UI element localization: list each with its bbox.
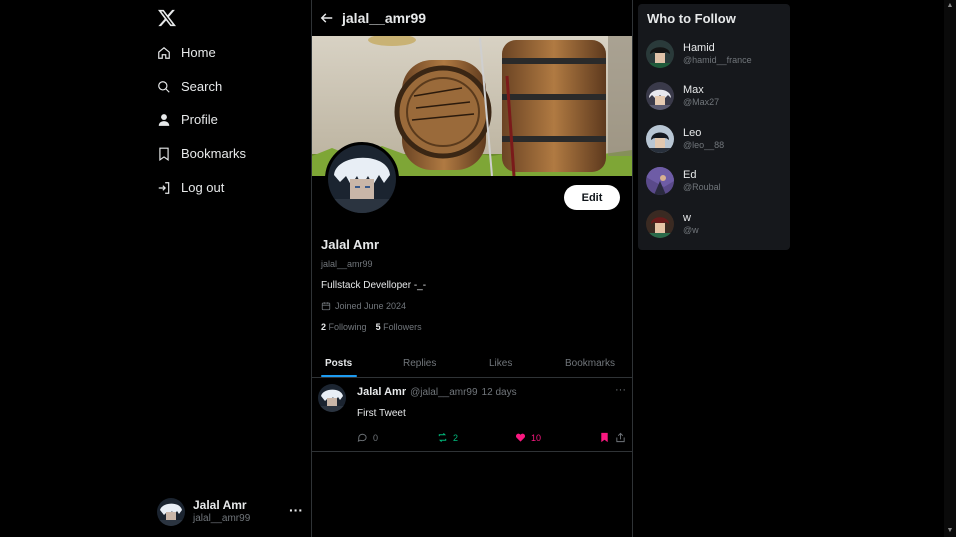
avatar bbox=[646, 167, 674, 195]
nav-logout-label: Log out bbox=[181, 180, 225, 195]
bookmark-icon bbox=[159, 147, 169, 161]
tweet-text: First Tweet bbox=[357, 408, 406, 419]
suggested-user-name: Hamid bbox=[683, 42, 715, 54]
profile-handle: jalal__amr99 bbox=[321, 259, 373, 269]
search-icon bbox=[158, 80, 170, 93]
tweet-header: Jalal Amr @jalal__amr99 12 days bbox=[357, 386, 517, 398]
nav-profile-label: Profile bbox=[181, 112, 218, 127]
nav-search[interactable]: Search bbox=[157, 79, 222, 94]
followers-link[interactable]: 5 Followers bbox=[376, 322, 422, 332]
tab-bookmarks[interactable]: Bookmarks bbox=[565, 358, 615, 369]
like-count: 10 bbox=[531, 432, 542, 443]
account-switcher[interactable]: Jalal Amr jalal__amr99 ··· bbox=[157, 496, 307, 528]
avatar[interactable] bbox=[318, 384, 346, 412]
nav-home[interactable]: Home bbox=[157, 45, 216, 60]
suggested-user-handle: @hamid__france bbox=[683, 55, 752, 66]
profile-avatar[interactable] bbox=[325, 142, 399, 216]
tweet-card[interactable]: Jalal Amr @jalal__amr99 12 days ··· Firs… bbox=[312, 378, 632, 452]
followers-count: 5 bbox=[375, 322, 381, 332]
who-to-follow-title: Who to Follow bbox=[647, 11, 736, 26]
x-logo-icon[interactable] bbox=[157, 8, 177, 28]
suggested-user-handle: @w bbox=[683, 225, 699, 236]
share-icon bbox=[616, 432, 625, 443]
bookmark-icon bbox=[601, 432, 608, 443]
edit-profile-button[interactable]: Edit bbox=[564, 185, 620, 210]
nav-profile[interactable]: Profile bbox=[157, 112, 218, 127]
suggested-user[interactable]: Max @Max27 bbox=[646, 80, 786, 112]
suggested-user[interactable]: Leo @leo__88 bbox=[646, 123, 786, 155]
suggested-user-name: w bbox=[683, 212, 691, 224]
avatar bbox=[646, 82, 674, 110]
avatar bbox=[646, 125, 674, 153]
home-icon bbox=[158, 46, 170, 59]
following-label: Following bbox=[328, 322, 367, 332]
nav-search-label: Search bbox=[181, 79, 223, 94]
suggested-user-name: Leo bbox=[683, 127, 702, 139]
tab-posts[interactable]: Posts bbox=[325, 358, 352, 369]
retweet-icon bbox=[438, 433, 447, 442]
account-name: Jalal Amr bbox=[193, 498, 247, 513]
heart-icon bbox=[515, 433, 526, 442]
like-button[interactable]: 10 bbox=[515, 432, 541, 443]
nav-bookmarks[interactable]: Bookmarks bbox=[157, 146, 246, 161]
profile-header: jalal__amr99 bbox=[312, 0, 632, 36]
avatar bbox=[646, 40, 674, 68]
retweet-button[interactable]: 2 bbox=[437, 432, 458, 443]
nav-home-label: Home bbox=[181, 45, 216, 60]
active-tab-indicator bbox=[321, 375, 357, 377]
reply-count: 0 bbox=[373, 432, 379, 443]
tweet-actions: 0 2 10 bbox=[357, 432, 627, 446]
tab-replies[interactable]: Replies bbox=[403, 358, 436, 369]
share-button[interactable] bbox=[615, 432, 626, 443]
suggested-user-name: Max bbox=[683, 84, 704, 96]
calendar-icon bbox=[321, 302, 331, 311]
suggested-user-name: Ed bbox=[683, 169, 697, 181]
sidebar: Home Search Profile Bookmarks Log out Ja… bbox=[0, 0, 311, 537]
nav-bookmarks-label: Bookmarks bbox=[181, 146, 247, 161]
page-scrollbar[interactable] bbox=[944, 0, 956, 537]
user-icon bbox=[158, 113, 170, 126]
following-link[interactable]: 2 Following bbox=[321, 322, 367, 332]
tweet-author-handle: @jalal__amr99 bbox=[410, 387, 478, 398]
divider bbox=[632, 0, 633, 537]
back-arrow-icon[interactable] bbox=[320, 11, 334, 25]
tweet-author-name[interactable]: Jalal Amr bbox=[357, 386, 406, 398]
tweet-time: 12 days bbox=[481, 387, 517, 398]
tab-likes[interactable]: Likes bbox=[489, 358, 512, 369]
bookmark-button[interactable] bbox=[599, 432, 610, 443]
suggested-user[interactable]: w @w bbox=[646, 208, 786, 240]
more-icon[interactable]: ··· bbox=[615, 384, 626, 396]
profile-joined: Joined June 2024 bbox=[321, 301, 406, 311]
reply-icon bbox=[357, 433, 367, 442]
profile-tabs: Posts Replies Likes Bookmarks bbox=[312, 352, 632, 378]
suggested-user[interactable]: Hamid @hamid__france bbox=[646, 38, 786, 70]
profile-column: jalal__amr99 Edit Jalal Amr jalal__amr99… bbox=[312, 0, 632, 537]
account-handle: jalal__amr99 bbox=[193, 513, 251, 525]
profile-name: Jalal Amr bbox=[321, 237, 380, 252]
page-title: jalal__amr99 bbox=[342, 10, 427, 26]
logout-icon bbox=[158, 181, 170, 194]
following-count: 2 bbox=[321, 322, 327, 332]
retweet-count: 2 bbox=[453, 432, 459, 443]
avatar bbox=[646, 210, 674, 238]
joined-date: Joined June 2024 bbox=[335, 301, 407, 311]
who-to-follow-panel: Who to Follow Hamid @hamid__france Max @Ma… bbox=[638, 4, 790, 250]
avatar bbox=[157, 498, 185, 526]
scroll-down-icon[interactable]: ▼ bbox=[946, 527, 954, 535]
follow-stats: 2 Following 5 Followers bbox=[321, 322, 422, 332]
reply-button[interactable]: 0 bbox=[357, 432, 378, 443]
more-icon[interactable]: ··· bbox=[289, 502, 303, 518]
profile-bio: Fullstack Develloper -_- bbox=[321, 280, 427, 291]
suggested-user[interactable]: Ed @Roubal bbox=[646, 165, 786, 197]
suggested-user-handle: @leo__88 bbox=[683, 140, 725, 151]
followers-label: Followers bbox=[383, 322, 422, 332]
suggested-user-handle: @Roubal bbox=[683, 182, 721, 193]
scroll-up-icon[interactable]: ▲ bbox=[946, 2, 954, 10]
suggested-user-handle: @Max27 bbox=[683, 97, 720, 108]
nav-logout[interactable]: Log out bbox=[157, 180, 224, 195]
